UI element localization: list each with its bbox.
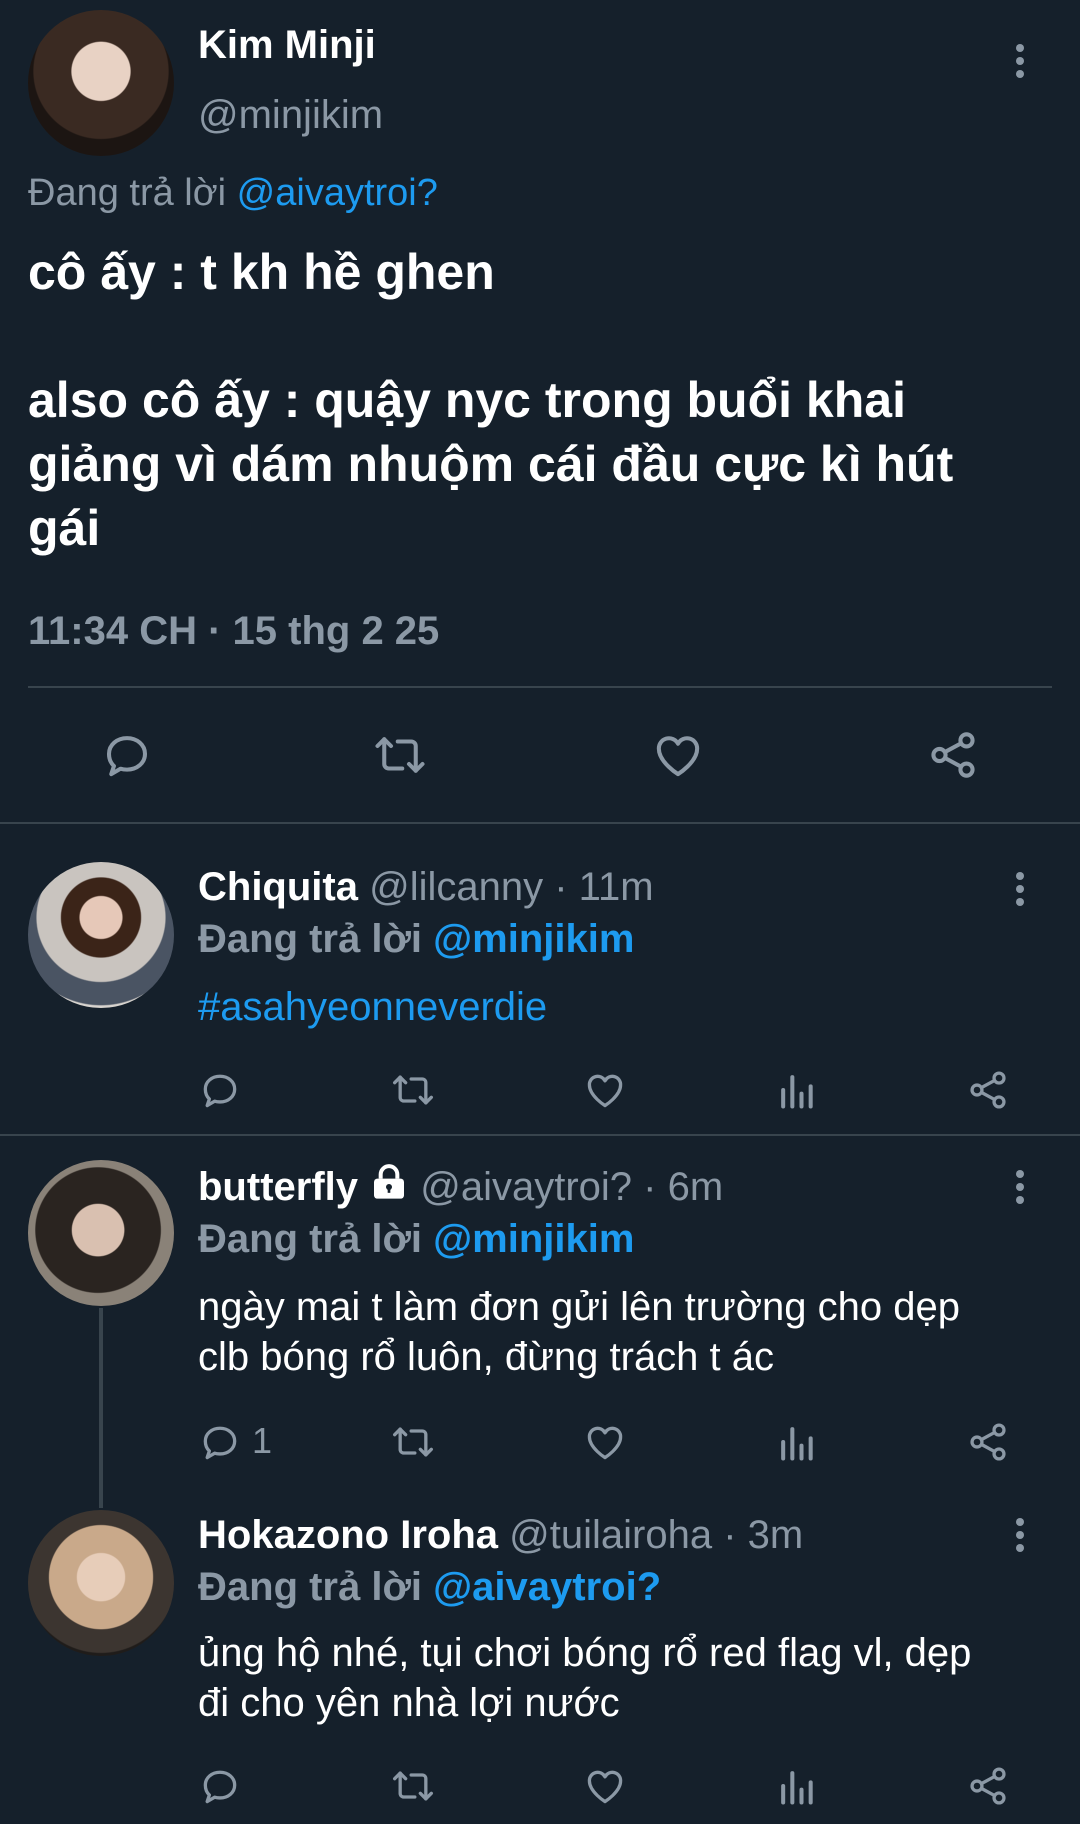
- main-author-name[interactable]: Kim Minji: [198, 20, 376, 70]
- tweet-text-line: gái: [28, 500, 101, 556]
- retweet-icon[interactable]: [388, 1068, 438, 1112]
- share-icon[interactable]: [966, 1420, 1010, 1464]
- analytics-icon[interactable]: [776, 1068, 816, 1112]
- reply-replying-line: Đang trả lời @aivaytroi?: [198, 1562, 661, 1612]
- hashtag-link[interactable]: #asahyeonneverdie: [198, 982, 547, 1032]
- tweet-text-line: giảng vì dám nhuộm cái đầu cực kì hút: [28, 436, 954, 492]
- main-replying-line: Đang trả lời @aivaytroi?: [28, 168, 438, 218]
- section-divider: [0, 1134, 1080, 1136]
- replying-to-link[interactable]: @minjikim: [433, 917, 634, 961]
- reply-time: · 3m: [723, 1513, 804, 1557]
- tweet-text-line: cô ấy : t kh hề ghen: [28, 244, 495, 300]
- reply-header: Chiquita @lilcanny · 11m: [198, 862, 654, 912]
- reply-author-handle[interactable]: @aivaytroi?: [420, 1165, 632, 1209]
- reply-text-line: ngày mai t làm đơn gửi lên trường cho dẹ…: [198, 1285, 960, 1329]
- avatar-butterfly[interactable]: [28, 1160, 174, 1306]
- more-options-icon[interactable]: [1010, 872, 1030, 912]
- replying-prefix: Đang trả lời: [28, 172, 227, 214]
- tweet-text-line: also cô ấy : quậy nyc trong buổi khai: [28, 372, 906, 428]
- share-icon[interactable]: [966, 1764, 1010, 1808]
- replying-prefix: Đang trả lời: [198, 1217, 423, 1261]
- reply-text: ngày mai t làm đơn gửi lên trường cho dẹ…: [198, 1282, 960, 1382]
- reply-icon[interactable]: [198, 1068, 242, 1112]
- replying-to-link[interactable]: @minjikim: [433, 1217, 634, 1261]
- reply-text-line: đi cho yên nhà lợi nước: [198, 1681, 620, 1725]
- more-options-icon[interactable]: [1010, 1518, 1030, 1558]
- reply-replying-line: Đang trả lời @minjikim: [198, 914, 634, 964]
- reply-author-handle[interactable]: @lilcanny: [369, 865, 543, 909]
- reply-text-line: clb bóng rổ luôn, đừng trách t ác: [198, 1335, 775, 1379]
- reply-time: · 11m: [554, 865, 654, 909]
- main-divider: [28, 686, 1052, 688]
- retweet-icon[interactable]: [388, 1764, 438, 1808]
- analytics-icon[interactable]: [776, 1764, 816, 1808]
- retweet-icon[interactable]: [388, 1420, 438, 1464]
- more-options-icon[interactable]: [1010, 1170, 1030, 1210]
- replying-prefix: Đang trả lời: [198, 1565, 423, 1609]
- reply-author-name[interactable]: Chiquita: [198, 865, 358, 909]
- reply-header: butterfly @aivaytroi? · 6m: [198, 1162, 723, 1214]
- reply-author-name[interactable]: Hokazono Iroha: [198, 1513, 498, 1557]
- reply-icon[interactable]: [198, 1764, 242, 1808]
- like-icon[interactable]: [582, 1764, 628, 1808]
- avatar-chiquita[interactable]: [28, 862, 174, 1008]
- retweet-icon[interactable]: [370, 728, 430, 782]
- share-icon[interactable]: [966, 1068, 1010, 1112]
- lock-icon: [369, 1162, 409, 1214]
- replying-to-link[interactable]: @aivaytroi?: [237, 172, 438, 214]
- reply-text-line: ủng hộ nhé, tụi chơi bóng rổ red flag vl…: [198, 1631, 972, 1675]
- reply-text: ủng hộ nhé, tụi chơi bóng rổ red flag vl…: [198, 1628, 971, 1728]
- reply-icon[interactable]: [100, 728, 154, 782]
- main-tweet-text: cô ấy : t kh hề ghen also cô ấy : quậy n…: [28, 240, 953, 560]
- reply-header: Hokazono Iroha @tuilairoha · 3m: [198, 1510, 803, 1560]
- main-author-handle[interactable]: @minjikim: [198, 90, 383, 140]
- reply-replying-line: Đang trả lời @minjikim: [198, 1214, 634, 1264]
- like-icon[interactable]: [582, 1420, 628, 1464]
- reply-icon[interactable]: [198, 1420, 242, 1464]
- more-options-icon[interactable]: [1010, 44, 1030, 84]
- like-icon[interactable]: [650, 728, 706, 782]
- replying-prefix: Đang trả lời: [198, 917, 423, 961]
- reply-count: 1: [252, 1420, 273, 1461]
- avatar-hokazono-iroha[interactable]: [28, 1510, 174, 1656]
- section-divider: [0, 822, 1080, 824]
- main-timestamp[interactable]: 11:34 CH · 15 thg 2 25: [28, 606, 439, 656]
- like-icon[interactable]: [582, 1068, 628, 1112]
- reply-time: · 6m: [643, 1165, 724, 1209]
- share-icon[interactable]: [926, 728, 980, 782]
- avatar-kim-minji[interactable]: [28, 10, 174, 156]
- reply-author-handle[interactable]: @tuilairoha: [509, 1513, 712, 1557]
- replying-to-link[interactable]: @aivaytroi?: [433, 1565, 661, 1609]
- analytics-icon[interactable]: [776, 1420, 816, 1464]
- thread-line: [99, 1308, 103, 1508]
- reply-author-name[interactable]: butterfly: [198, 1165, 358, 1209]
